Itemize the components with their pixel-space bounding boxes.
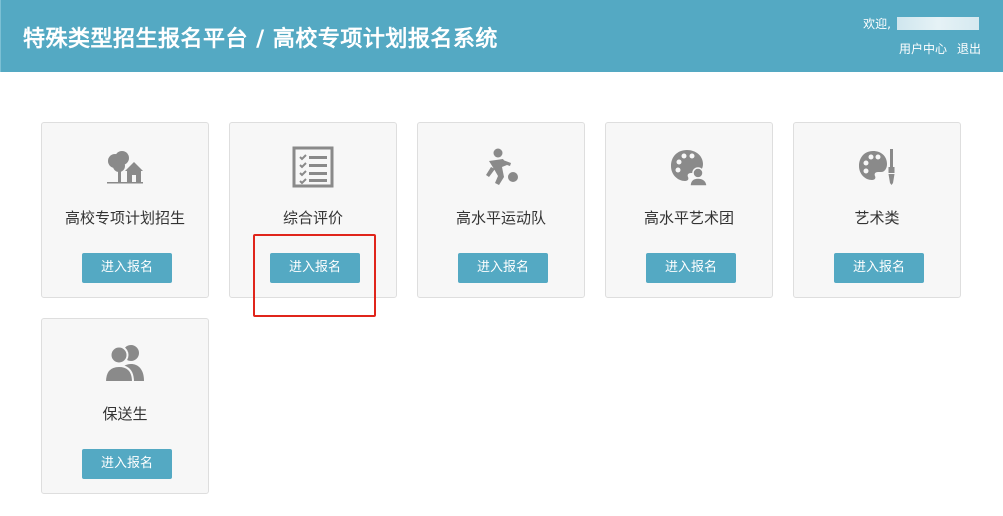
page-title: 特殊类型招生报名平台 / 高校专项计划报名系统: [23, 27, 498, 52]
enter-register-button[interactable]: 进入报名: [82, 449, 172, 479]
palette-person-icon: [606, 145, 772, 189]
palette-brush-icon: [794, 145, 960, 189]
user-center-link[interactable]: 用户中心: [899, 42, 947, 56]
card-label: 保送生: [102, 405, 148, 423]
enter-register-button[interactable]: 进入报名: [270, 253, 360, 283]
masked-username: [897, 17, 979, 30]
card-special-plan: 高校专项计划招生 进入报名: [41, 122, 209, 298]
card-label: 综合评价: [282, 209, 343, 227]
logout-link[interactable]: 退出: [957, 42, 981, 56]
checklist-icon: [230, 145, 396, 189]
user-links: 用户中心 退出: [899, 40, 981, 57]
enter-register-button[interactable]: 进入报名: [458, 253, 548, 283]
tree-house-icon: [42, 145, 208, 189]
card-comprehensive-evaluation: 综合评价 进入报名: [229, 122, 397, 298]
card-recommended-students: 保送生 进入报名: [41, 318, 209, 494]
welcome-label: 欢迎,: [863, 17, 891, 31]
card-label: 高水平艺术团: [643, 209, 734, 227]
card-label: 高水平运动队: [455, 209, 546, 227]
card-label: 艺术类: [854, 209, 900, 227]
card-art: 艺术类 进入报名: [793, 122, 961, 298]
enter-register-button[interactable]: 进入报名: [646, 253, 736, 283]
welcome-area: 欢迎,: [863, 15, 979, 32]
card-art-troupe: 高水平艺术团 进入报名: [605, 122, 773, 298]
top-header: 特殊类型招生报名平台 / 高校专项计划报名系统 欢迎, 用户中心 退出: [0, 0, 1003, 72]
enter-register-button[interactable]: 进入报名: [82, 253, 172, 283]
users-icon: [42, 341, 208, 385]
card-sports-team: 高水平运动队 进入报名: [417, 122, 585, 298]
card-label: 高校专项计划招生: [64, 209, 185, 227]
enter-register-button[interactable]: 进入报名: [834, 253, 924, 283]
soccer-player-icon: [418, 145, 584, 189]
